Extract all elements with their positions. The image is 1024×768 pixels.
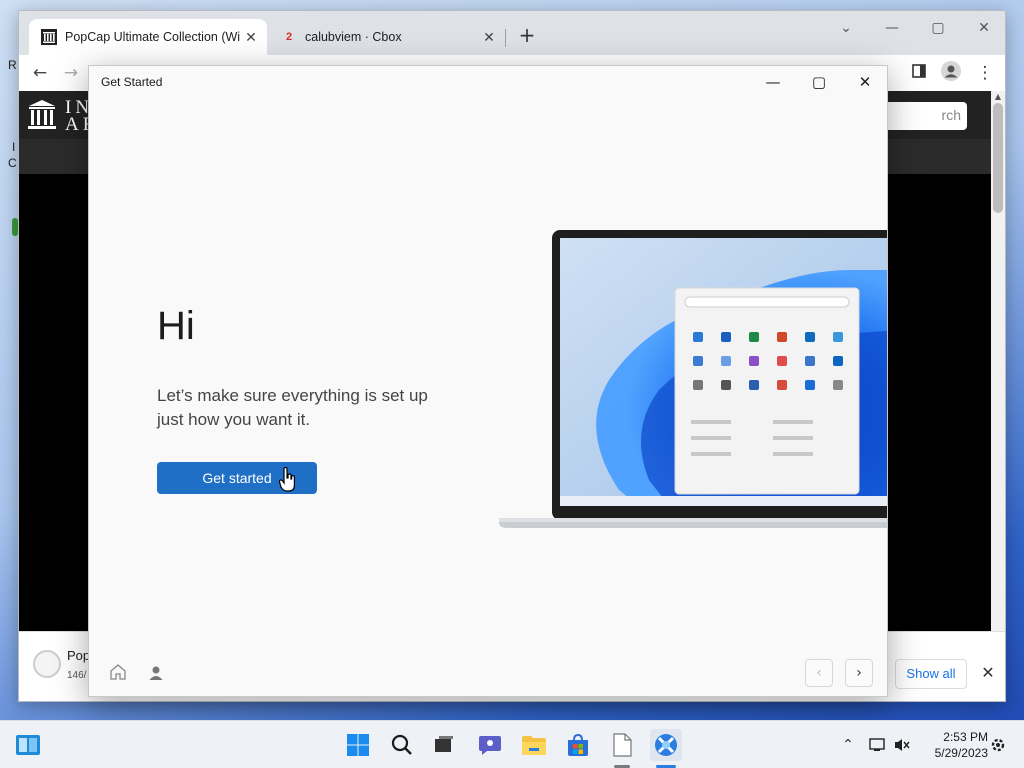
- scrollbar-thumb[interactable]: [993, 103, 1003, 213]
- volume-muted-icon[interactable]: [886, 729, 918, 761]
- internet-archive-logo-icon[interactable]: [27, 99, 57, 131]
- close-download-bar-icon[interactable]: ✕: [977, 662, 999, 684]
- maximize-icon[interactable]: ▢: [915, 15, 961, 41]
- download-file-name[interactable]: Pop: [67, 648, 90, 663]
- clock-date: 5/29/2023: [934, 746, 988, 760]
- search-icon[interactable]: [386, 729, 418, 761]
- task-view-icon[interactable]: [428, 729, 460, 761]
- minimize-icon[interactable]: —: [750, 69, 796, 95]
- hand-cursor-icon: [279, 467, 295, 492]
- file-explorer-icon[interactable]: [518, 729, 550, 761]
- tab-cbox-badge: 2: [285, 31, 293, 43]
- store-icon[interactable]: [562, 729, 594, 761]
- window-title: Get Started: [101, 75, 163, 89]
- kebab-menu-icon[interactable]: ⋮: [973, 61, 997, 85]
- get-started-app-icon[interactable]: [650, 729, 682, 761]
- close-icon[interactable]: ✕: [241, 29, 261, 46]
- tab-search-chevron-icon[interactable]: ⌄: [823, 15, 869, 41]
- clock-time: 2:53 PM: [943, 730, 988, 744]
- notepad-document-icon[interactable]: [606, 729, 638, 761]
- system-clock[interactable]: 2:53 PM 5/29/2023: [916, 729, 988, 761]
- minimize-icon[interactable]: —: [869, 15, 915, 41]
- desktop-fragment-i: I: [12, 140, 16, 154]
- laptop-illustration: [499, 230, 887, 528]
- page-heading: Hi: [157, 304, 195, 348]
- notification-settings-icon[interactable]: [982, 729, 1014, 761]
- page-scrollbar[interactable]: ▲ ▼: [991, 91, 1005, 649]
- chat-icon[interactable]: [474, 729, 506, 761]
- person-icon[interactable]: [141, 662, 171, 692]
- back-arrow-icon[interactable]: ←: [28, 61, 52, 85]
- sidebar-icon[interactable]: [907, 61, 931, 85]
- desktop-fragment-r: R: [8, 58, 17, 72]
- tab-strip: PopCap Ultimate Collection (Wi ✕ 2 calub…: [19, 11, 1005, 55]
- download-file-icon[interactable]: [33, 650, 61, 678]
- desktop-fragment-c: C: [8, 156, 17, 170]
- home-icon[interactable]: [103, 662, 133, 692]
- tab-cbox-title: calubviem · Cbox: [305, 30, 402, 44]
- start-windows-icon[interactable]: [342, 729, 374, 761]
- maximize-icon[interactable]: ▢: [796, 69, 842, 95]
- tab-popcap[interactable]: PopCap Ultimate Collection (Wi ✕: [29, 19, 267, 55]
- previous-page-chevron-icon[interactable]: ‹: [805, 659, 833, 687]
- get-started-window: Get Started — ▢ ✕ Hi Let’s make sure eve…: [88, 65, 888, 697]
- profile-avatar-icon[interactable]: [939, 61, 963, 85]
- taskbar: ⌃ 2:53 PM 5/29/2023: [0, 720, 1024, 768]
- forward-arrow-icon[interactable]: →: [59, 61, 83, 85]
- tab-popcap-title: PopCap Ultimate Collection (Wi: [65, 30, 241, 44]
- museum-icon: [41, 29, 57, 45]
- tab-cbox[interactable]: 2 calubviem · Cbox ✕: [269, 19, 505, 55]
- scroll-up-arrow-icon[interactable]: ▲: [991, 91, 1005, 103]
- show-all-button[interactable]: Show all: [895, 659, 967, 689]
- next-page-chevron-icon[interactable]: ›: [845, 659, 873, 687]
- tab-separator: [505, 29, 506, 47]
- welcome-subtext: Let’s make sure everything is set up jus…: [157, 386, 428, 429]
- close-window-icon[interactable]: ✕: [961, 15, 1005, 41]
- new-tab-plus-icon[interactable]: +: [516, 25, 538, 47]
- close-window-icon[interactable]: ✕: [842, 69, 887, 95]
- show-hidden-icons-chevron-icon[interactable]: ⌃: [832, 729, 864, 761]
- widgets-icon[interactable]: [12, 729, 44, 761]
- close-icon[interactable]: ✕: [479, 29, 499, 46]
- download-progress-text: 146/: [67, 670, 87, 681]
